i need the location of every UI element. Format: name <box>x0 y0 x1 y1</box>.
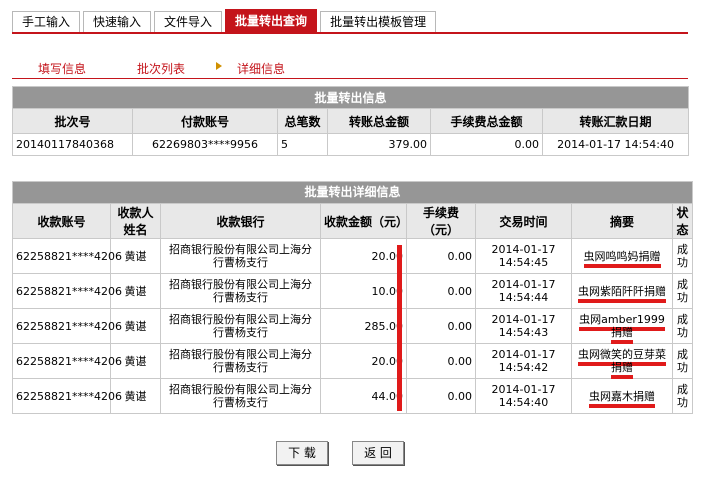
memo-text: 虫网amber1999捐赠 <box>579 313 665 344</box>
memo-text: 虫网嘉木捐赠 <box>589 389 655 408</box>
trade-time: 2014-01-17 14:54:42 <box>475 343 572 379</box>
tab-bar: 手工输入 快速输入 文件导入 批量转出查询 批量转出模板管理 <box>12 9 439 32</box>
batch-no: 20140117840368 <box>12 133 133 156</box>
tab-batch-query[interactable]: 批量转出查询 <box>225 9 318 32</box>
amount: 44.00 <box>320 378 407 414</box>
col-header-count: 总笔数 <box>277 108 328 134</box>
total-count: 5 <box>277 133 328 156</box>
table-row: 62258821****4206 黄谌 招商银行股份有限公司上海分行曹杨支行 2… <box>12 343 694 379</box>
trade-clock: 14:54:43 <box>498 326 549 339</box>
fee: 0.00 <box>406 273 476 309</box>
amount: 10.00 <box>320 273 407 309</box>
tab-file-import[interactable]: 文件导入 <box>154 11 223 32</box>
payee-account: 62258821****4206 <box>12 273 122 309</box>
download-button[interactable]: 下 载 <box>276 441 328 465</box>
col-header-total: 转账总金额 <box>327 108 431 134</box>
trade-clock: 14:54:42 <box>498 361 549 374</box>
col-header-fee-total: 手续费总金额 <box>430 108 543 134</box>
arrow-right-icon <box>216 62 222 70</box>
payee-bank: 招商银行股份有限公司上海分行曹杨支行 <box>160 378 321 414</box>
payee-bank: 招商银行股份有限公司上海分行曹杨支行 <box>160 273 321 309</box>
table-row: 62258821****4206 黄谌 招商银行股份有限公司上海分行曹杨支行 2… <box>12 308 694 344</box>
trade-time: 2014-01-17 14:54:40 <box>475 378 572 414</box>
payee-bank: 招商银行股份有限公司上海分行曹杨支行 <box>160 238 321 274</box>
amount: 20.00 <box>320 238 407 274</box>
payee-account: 62258821****4206 <box>12 378 122 414</box>
memo: 虫网紫陌阡阡捐赠 <box>571 273 673 309</box>
memo-text: 虫网鸣鸣妈捐赠 <box>583 249 661 268</box>
tab-manual-input[interactable]: 手工输入 <box>12 11 81 32</box>
col-header-date: 转账汇款日期 <box>541 108 690 134</box>
trade-date: 2014-01-17 <box>491 278 556 291</box>
batch-info-title: 批量转出信息 <box>11 86 690 109</box>
amount: 285.00 <box>320 308 407 344</box>
detail-title: 批量转出详细信息 <box>11 181 694 204</box>
fee: 0.00 <box>406 308 476 344</box>
col-header-amount: 收款金额（元） <box>320 203 408 239</box>
payee-bank: 招商银行股份有限公司上海分行曹杨支行 <box>160 343 321 379</box>
col-header-payee-account: 收款账号 <box>12 203 111 239</box>
memo-text: 虫网紫陌阡阡捐赠 <box>578 284 666 303</box>
payee-account: 62258821****4206 <box>12 308 122 344</box>
trade-date: 2014-01-17 <box>491 348 556 361</box>
table-row: 62258821****4206 黄谌 招商银行股份有限公司上海分行曹杨支行 4… <box>12 378 694 414</box>
trade-time: 2014-01-17 14:54:44 <box>475 273 572 309</box>
tab-underline <box>12 32 688 34</box>
col-header-status: 状态 <box>671 203 694 239</box>
payer-account: 62269803****9956 <box>132 133 278 156</box>
breadcrumb-fill-info[interactable]: 填写信息 <box>38 60 86 77</box>
table-row: 62258821****4206 黄谌 招商银行股份有限公司上海分行曹杨支行 2… <box>12 238 694 274</box>
trade-date: 2014-01-17 <box>491 383 556 396</box>
trade-clock: 14:54:44 <box>498 291 549 304</box>
fee: 0.00 <box>406 378 476 414</box>
col-header-memo: 摘要 <box>571 203 673 239</box>
breadcrumb: 填写信息 批次列表 详细信息 <box>12 58 688 79</box>
payee-bank: 招商银行股份有限公司上海分行曹杨支行 <box>160 308 321 344</box>
memo-text: 虫网微笑的豆芽菜捐赠 <box>578 348 666 379</box>
annotation-red-line <box>397 245 402 411</box>
total-amount: 379.00 <box>327 133 431 156</box>
table-row: 20140117840368 62269803****9956 5 379.00… <box>12 133 690 156</box>
col-header-fee: 手续费（元） <box>406 203 476 239</box>
fee: 0.00 <box>406 343 476 379</box>
col-header-payee-bank: 收款银行 <box>160 203 321 239</box>
status: 成功 <box>671 273 694 309</box>
transfer-date: 2014-01-17 14:54:40 <box>541 133 690 156</box>
memo: 虫网微笑的豆芽菜捐赠 <box>571 343 673 379</box>
trade-clock: 14:54:45 <box>498 256 549 269</box>
breadcrumb-detail: 详细信息 <box>237 62 286 76</box>
batch-info-table: 批量转出信息 批次号 付款账号 总笔数 转账总金额 手续费总金额 转账汇款日期 … <box>11 86 690 156</box>
trade-date: 2014-01-17 <box>491 243 556 256</box>
col-header-payer-account: 付款账号 <box>132 108 278 134</box>
tab-quick-input[interactable]: 快速输入 <box>83 11 152 32</box>
payee-account: 62258821****4206 <box>12 343 122 379</box>
fee-total: 0.00 <box>430 133 543 156</box>
trade-time: 2014-01-17 14:54:45 <box>475 238 572 274</box>
back-button[interactable]: 返 回 <box>352 441 404 465</box>
trade-date: 2014-01-17 <box>491 313 556 326</box>
breadcrumb-batch-list[interactable]: 批次列表 <box>137 60 185 77</box>
trade-clock: 14:54:40 <box>498 396 549 409</box>
status: 成功 <box>671 343 694 379</box>
amount: 20.00 <box>320 343 407 379</box>
status: 成功 <box>671 378 694 414</box>
detail-table: 批量转出详细信息 收款账号 收款人姓名 收款银行 收款金额（元） 手续费（元） … <box>11 181 694 414</box>
col-header-payee-name: 收款人姓名 <box>110 203 161 239</box>
col-header-batch-no: 批次号 <box>12 108 133 134</box>
memo: 虫网鸣鸣妈捐赠 <box>571 238 673 274</box>
table-row: 62258821****4206 黄谌 招商银行股份有限公司上海分行曹杨支行 1… <box>12 273 694 309</box>
status: 成功 <box>671 308 694 344</box>
memo: 虫网amber1999捐赠 <box>571 308 673 344</box>
tab-template-manage[interactable]: 批量转出模板管理 <box>320 11 437 32</box>
col-header-time: 交易时间 <box>475 203 572 239</box>
trade-time: 2014-01-17 14:54:43 <box>475 308 572 344</box>
fee: 0.00 <box>406 238 476 274</box>
status: 成功 <box>671 238 694 274</box>
payee-account: 62258821****4206 <box>12 238 122 274</box>
memo: 虫网嘉木捐赠 <box>571 378 673 414</box>
